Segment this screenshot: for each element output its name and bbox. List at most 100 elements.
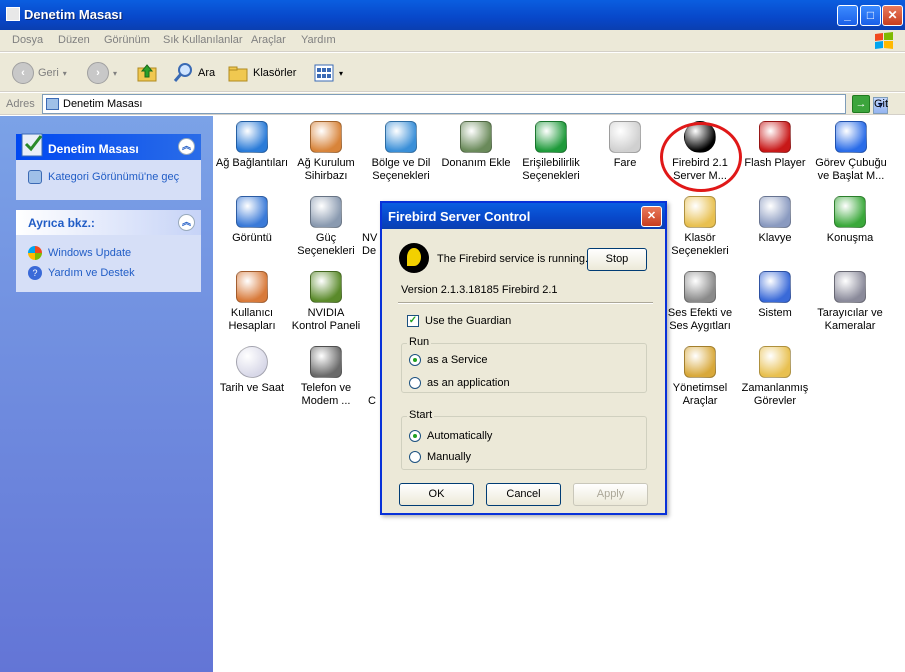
run-as-service-radio[interactable]: as a Service <box>409 354 488 366</box>
category-view-icon <box>28 170 42 184</box>
collapse-chevron-icon[interactable]: ︽ <box>178 138 195 155</box>
network-globe-icon <box>236 121 268 153</box>
clock-icon <box>236 346 268 378</box>
folders-button[interactable]: Klasörler <box>227 61 296 85</box>
cancel-button[interactable]: Cancel <box>486 483 561 506</box>
run-group: Run as a Service as an application <box>401 336 647 393</box>
taskbar-icon <box>835 121 867 153</box>
item-sounds-audio[interactable]: Ses Efekti ve Ses Aygıtları <box>661 271 739 333</box>
start-automatically-radio[interactable]: Automatically <box>409 430 492 442</box>
item-scanners-cameras[interactable]: Tarayıcılar ve Kameralar <box>811 271 889 333</box>
ok-button[interactable]: OK <box>399 483 474 506</box>
start-manually-radio[interactable]: Manually <box>409 451 471 463</box>
item-date-time[interactable]: Tarih ve Saat <box>213 346 291 395</box>
dialog-title: Firebird Server Control <box>388 209 531 224</box>
menu-favorites[interactable]: Sık Kullanılanlar <box>163 34 243 46</box>
start-group-label: Start <box>407 409 435 421</box>
menu-help[interactable]: Yardım <box>301 34 336 46</box>
display-icon <box>236 196 268 228</box>
speech-icon <box>834 196 866 228</box>
toolbar: ‹ Geri ▾ › ▾ Ara Klasörler ▾ <box>0 53 905 92</box>
checkmark-icon: ✓ <box>407 315 419 327</box>
see-also-title: Ayrıca bkz.: <box>28 216 95 230</box>
forward-arrow-icon: › <box>87 62 109 84</box>
item-nvidia-control-panel[interactable]: NVIDIA Kontrol Paneli <box>287 271 365 333</box>
start-group: Start Automatically Manually <box>401 409 647 470</box>
scheduled-tasks-icon <box>759 346 791 378</box>
users-icon <box>236 271 268 303</box>
firebird-icon <box>399 243 429 273</box>
windows-update-link[interactable]: Windows Update <box>28 246 131 260</box>
item-administrative-tools[interactable]: Yönetimsel Araçlar <box>661 346 739 408</box>
item-taskbar-start-menu[interactable]: Görev Çubuğu ve Başlat M... <box>811 121 891 183</box>
item-keyboard[interactable]: Klavye <box>736 196 814 245</box>
system-icon <box>759 271 791 303</box>
help-support-link[interactable]: ? Yardım ve Destek <box>28 266 135 280</box>
window-title: Denetim Masası <box>24 7 123 22</box>
item-scheduled-tasks[interactable]: Zamanlanmış Görevler <box>736 346 814 408</box>
item-partial[interactable]: C <box>362 346 382 408</box>
control-panel-task-title: Denetim Masası <box>48 142 139 156</box>
item-display[interactable]: Görüntü <box>213 196 291 245</box>
apply-button[interactable]: Apply <box>573 483 648 506</box>
item-folder-options[interactable]: Klasör Seçenekleri <box>661 196 739 258</box>
item-power-options[interactable]: Güç Seçenekleri <box>287 196 365 258</box>
globe-icon <box>385 121 417 153</box>
dialog-close-button[interactable]: ✕ <box>641 206 662 227</box>
item-flash-player[interactable]: Flash Player <box>736 121 814 170</box>
back-button[interactable]: ‹ Geri ▾ <box>12 61 67 85</box>
menu-file[interactable]: Dosya <box>12 34 43 46</box>
control-panel-task-header[interactable]: Denetim Masası ︽ <box>16 133 201 160</box>
menu-edit[interactable]: Düzen <box>58 34 90 46</box>
run-group-label: Run <box>407 336 432 348</box>
see-also-header[interactable]: Ayrıca bkz.: ︽ <box>16 210 201 235</box>
item-add-hardware[interactable]: Donanım Ekle <box>437 121 515 170</box>
collapse-chevron-icon[interactable]: ︽ <box>178 214 195 231</box>
minimize-button[interactable]: _ <box>837 5 858 26</box>
menu-tools[interactable]: Araçlar <box>251 34 286 46</box>
go-button[interactable]: → Git <box>852 95 888 113</box>
admin-tools-icon <box>684 346 716 378</box>
item-user-accounts[interactable]: Kullanıcı Hesapları <box>213 271 291 333</box>
forward-button[interactable]: › ▾ <box>87 61 117 85</box>
control-panel-task-box: Denetim Masası ︽ Kategori Görünümü'ne ge… <box>16 133 201 200</box>
home-network-icon <box>310 121 342 153</box>
control-panel-large-icon <box>21 133 43 157</box>
stop-button[interactable]: Stop <box>587 248 647 271</box>
switch-category-view-link[interactable]: Kategori Görünümü'ne geç <box>28 170 179 184</box>
item-regional-options[interactable]: Bölge ve Dil Seçenekleri <box>362 121 440 183</box>
keyboard-icon <box>759 196 791 228</box>
firebird-server-control-dialog: Firebird Server Control ✕ The Firebird s… <box>380 201 667 515</box>
maximize-button[interactable]: □ <box>860 5 881 26</box>
use-guardian-checkbox[interactable]: ✓ Use the Guardian <box>407 315 511 327</box>
power-icon <box>310 196 342 228</box>
item-mouse[interactable]: Fare <box>586 121 664 170</box>
run-as-application-radio[interactable]: as an application <box>409 377 510 389</box>
item-network-setup-wizard[interactable]: Ağ Kurulum Sihirbazı <box>287 121 365 183</box>
item-network-connections[interactable]: Ağ Bağlantıları <box>213 121 291 170</box>
search-icon <box>173 63 192 82</box>
accessibility-icon <box>535 121 567 153</box>
address-label: Adres <box>6 98 35 110</box>
address-bar: Adres Denetim Masası ▼ → Git <box>0 93 905 115</box>
nvidia-icon <box>310 271 342 303</box>
menu-view[interactable]: Görünüm <box>104 34 150 46</box>
help-icon: ? <box>28 266 42 280</box>
item-phone-modem[interactable]: Telefon ve Modem ... <box>287 346 365 408</box>
item-system[interactable]: Sistem <box>736 271 814 320</box>
mouse-icon <box>609 121 641 153</box>
phone-modem-icon <box>310 346 342 378</box>
address-field[interactable]: Denetim Masası ▼ <box>42 94 888 114</box>
search-button[interactable]: Ara <box>172 61 215 85</box>
item-speech[interactable]: Konuşma <box>811 196 889 245</box>
back-arrow-icon: ‹ <box>12 62 34 84</box>
up-folder-button[interactable] <box>136 61 158 85</box>
close-button[interactable]: ✕ <box>882 5 903 26</box>
control-panel-icon <box>46 98 59 110</box>
task-pane: Denetim Masası ︽ Kategori Görünümü'ne ge… <box>0 116 213 672</box>
item-accessibility[interactable]: Erişilebilirlik Seçenekleri <box>512 121 590 183</box>
views-button[interactable]: ▾ <box>313 61 343 85</box>
control-panel-icon <box>6 7 20 21</box>
window-titlebar: Denetim Masası _ □ ✕ <box>0 0 905 30</box>
service-status-text: The Firebird service is running. <box>437 253 589 265</box>
